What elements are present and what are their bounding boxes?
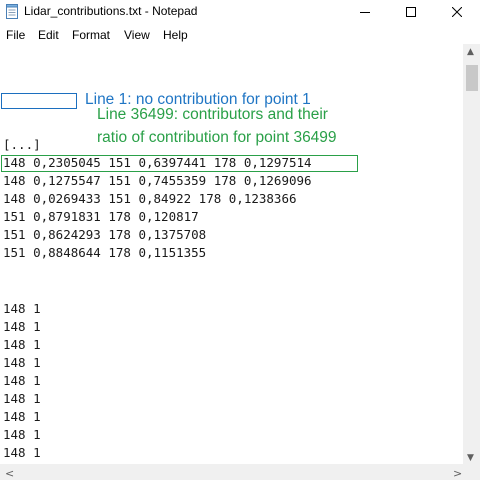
text-line: 148 0,2305045 151 0,6397441 178 0,129751… (3, 155, 312, 170)
text-line: 148 0,1275547 151 0,7455359 178 0,126909… (3, 173, 312, 188)
text-line: 148 1 (3, 355, 41, 370)
scroll-right-arrow[interactable]: > (453, 467, 462, 480)
text-line: 148 0,0269433 151 0,84922 178 0,1238366 (3, 191, 297, 206)
text-line: 148 1 (3, 337, 41, 352)
annotation-line36499-1: Line 36499: contributors and their (97, 106, 328, 123)
scroll-up-arrow[interactable]: ▲ (467, 47, 474, 57)
minimize-button[interactable] (342, 0, 388, 24)
text-line: 148 1 (3, 301, 41, 316)
scroll-left-arrow[interactable]: < (5, 467, 14, 480)
maximize-button[interactable] (388, 0, 434, 24)
text-line: 148 1 (3, 373, 41, 388)
text-line: 151 0,8791831 178 0,120817 (3, 209, 199, 224)
menu-edit[interactable]: Edit (38, 28, 59, 42)
close-icon (452, 7, 462, 17)
menu-format[interactable]: Format (72, 28, 110, 42)
menu-help[interactable]: Help (163, 28, 188, 42)
text-line: 148 1 (3, 319, 41, 334)
horizontal-scrollbar[interactable] (0, 464, 480, 480)
close-button[interactable] (434, 0, 480, 24)
annotation-line36499-2: ratio of contribution for point 36499 (97, 129, 337, 146)
text-line: 148 1 (3, 391, 41, 406)
minimize-icon (360, 12, 370, 13)
title-bar: Lidar_contributions.txt - Notepad (0, 0, 480, 24)
vertical-scrollbar[interactable] (463, 44, 480, 464)
window-title: Lidar_contributions.txt - Notepad (24, 4, 198, 18)
menu-view[interactable]: View (124, 28, 150, 42)
text-line: 151 0,8848644 178 0,1151355 (3, 245, 207, 260)
text-line: 148 1 (3, 445, 41, 460)
notepad-icon (6, 4, 18, 19)
text-line: 151 0,8624293 178 0,1375708 (3, 227, 207, 242)
vertical-scroll-thumb[interactable] (466, 65, 478, 91)
text-line: 148 1 (3, 409, 41, 424)
maximize-icon (406, 7, 416, 17)
menu-bar: File Edit Format View Help (0, 26, 480, 44)
text-line: 148 1 (3, 427, 41, 442)
text-line: [...] (3, 137, 41, 152)
line1-highlight-box (1, 93, 77, 109)
menu-file[interactable]: File (6, 28, 25, 42)
text-editor[interactable]: Line 1: no contribution for point 1 Line… (0, 44, 463, 480)
scroll-down-arrow[interactable]: ▼ (467, 453, 474, 463)
